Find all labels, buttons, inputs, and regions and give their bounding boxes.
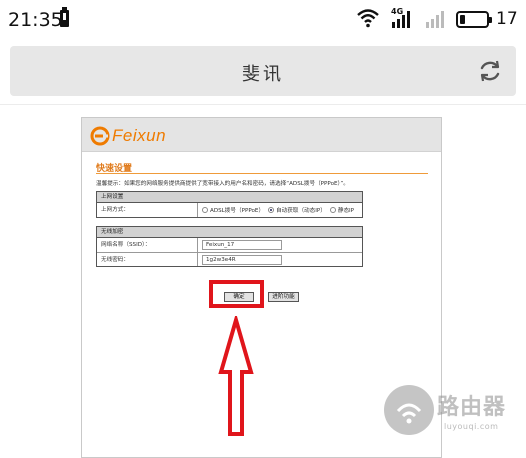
feixun-logo: Feixun	[90, 125, 166, 147]
router-header: Feixun	[82, 118, 441, 152]
radio-dhcp[interactable]: 自动获取（动态IP）	[268, 206, 326, 214]
battery-percent: 17	[496, 9, 518, 29]
watermark-url: luyouqi.com	[444, 422, 499, 431]
radio-button[interactable]	[329, 207, 336, 213]
page-title: 斐讯	[242, 64, 284, 85]
battery-icon	[456, 11, 492, 28]
reload-icon[interactable]	[477, 58, 503, 84]
watermark: 路由器 luyouqi.com	[384, 385, 524, 447]
watermark-logo-icon	[384, 385, 434, 435]
radio-static[interactable]: 静态IP	[329, 206, 355, 214]
wan-settings-table: 上网设置 上网方式： ADSL拨号（PPPoE） 自动获取（动态IP） 静态IP	[96, 191, 363, 218]
table-row: 无线密码： 1g2w3e4R	[97, 252, 362, 266]
wifi-icon	[357, 9, 379, 28]
radio-label: ADSL拨号（PPPoE）	[210, 208, 265, 214]
battery-small-icon	[60, 7, 69, 27]
section-divider	[96, 173, 428, 174]
table-row: 网络名称（SSID）： Feixun_17	[97, 238, 362, 252]
wan-mode-label: 上网方式：	[97, 203, 198, 217]
feixun-logo-icon	[90, 126, 110, 146]
wireless-settings-table: 无线加密 网络名称（SSID）： Feixun_17 无线密码： 1g2w3e4…	[96, 226, 363, 267]
password-input[interactable]: 1g2w3e4R	[202, 254, 282, 265]
address-bar[interactable]: 斐讯	[10, 46, 516, 96]
radio-label: 自动获取（动态IP）	[276, 208, 326, 214]
divider	[0, 104, 526, 105]
advanced-button[interactable]: 进阶功能	[268, 292, 299, 302]
radio-button-selected[interactable]	[268, 207, 275, 213]
status-time: 21:35	[8, 9, 63, 31]
table-header: 上网设置	[97, 192, 362, 203]
ssid-input[interactable]: Feixun_17	[202, 240, 282, 250]
signal-icon	[426, 11, 444, 28]
table-header: 无线加密	[97, 227, 362, 238]
watermark-text: 路由器	[437, 395, 507, 420]
radio-label: 静态IP	[337, 208, 355, 214]
wan-mode-options: ADSL拨号（PPPoE） 自动获取（动态IP） 静态IP	[198, 203, 362, 217]
logo-text: Feixun	[112, 126, 167, 145]
network-type-label: 4G	[391, 7, 404, 16]
radio-pppoe[interactable]: ADSL拨号（PPPoE）	[202, 206, 264, 214]
up-arrow-icon	[218, 316, 254, 436]
radio-button[interactable]	[202, 207, 208, 213]
highlight-box	[209, 280, 264, 308]
table-row: 上网方式： ADSL拨号（PPPoE） 自动获取（动态IP） 静态IP	[97, 203, 362, 217]
ssid-label: 网络名称（SSID）：	[97, 238, 198, 252]
password-label: 无线密码：	[97, 253, 198, 266]
tip-text: 温馨提示：如果您的网络服务提供商提供了宽带接入的用户名和密码，请选择“ADSL拨…	[96, 181, 349, 187]
status-bar: 21:35 4G 17	[0, 0, 526, 38]
